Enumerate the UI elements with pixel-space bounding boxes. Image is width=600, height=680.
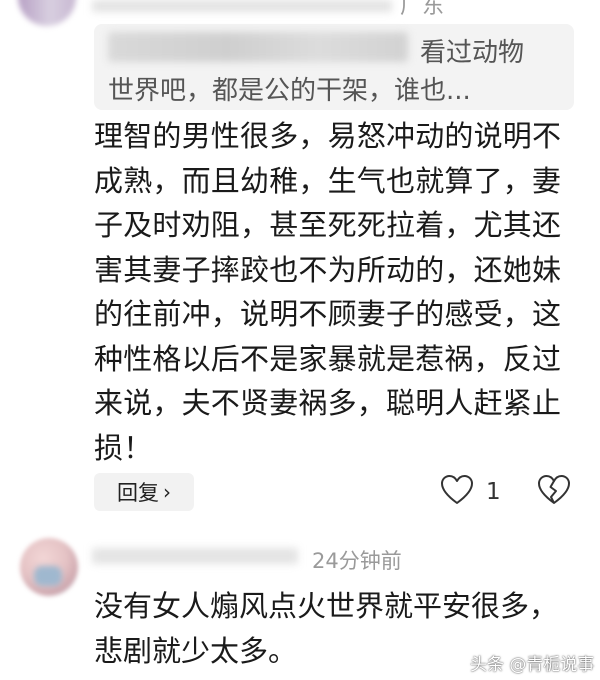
second-username-blurred xyxy=(92,548,298,564)
comment-line: 来说，夫不贤妻祸多，聪明人赶紧止 xyxy=(94,386,562,420)
reply-button[interactable]: 回复 › xyxy=(94,473,194,511)
quoted-reply-box[interactable]: 看过动物 世界吧，都是公的干架，谁也... xyxy=(94,24,574,110)
comment-body: 理智的男性很多，易怒冲动的说明不 成熟，而且幼稚，生气也就算了，妻 子及时劝阻，… xyxy=(94,114,584,470)
reply-label: 回复 xyxy=(117,481,159,505)
top-location: 广东 xyxy=(400,0,445,19)
like-group[interactable]: 1 xyxy=(440,474,501,510)
quoted-text-line2: 世界吧，都是公的干架，谁也... xyxy=(108,76,471,106)
like-heart-icon[interactable] xyxy=(440,474,474,510)
avatar-second-detail xyxy=(34,566,62,586)
comment-line: 子及时劝阻，甚至死死拉着，尤其还 xyxy=(94,208,562,242)
comment-line: 种性格以后不是家暴就是惹祸，反过 xyxy=(94,341,562,376)
quoted-text-line1: 看过动物 xyxy=(420,38,525,68)
comment-line: 损！ xyxy=(94,430,153,465)
top-username-blurred xyxy=(92,0,392,12)
second-timestamp: 24分钟前 xyxy=(312,549,402,573)
comment-line: 没有女人煽风点火世界就平安很多， xyxy=(94,589,559,623)
comment-line: 理智的男性很多，易怒冲动的说明不 xyxy=(94,119,562,153)
watermark: 头条 @青栀说事 xyxy=(470,655,595,675)
comment-line: 害其妻子摔跤也不为所动的，还她妹 xyxy=(94,252,562,287)
like-count: 1 xyxy=(486,479,501,505)
top-avatar[interactable] xyxy=(18,0,76,26)
comment-line: 的往前冲，说明不顾妻子的感受，这 xyxy=(94,297,562,331)
quoted-username-blurred xyxy=(108,32,408,62)
broken-heart-icon[interactable] xyxy=(537,474,571,510)
chevron-right-icon: › xyxy=(163,480,171,504)
comment-line: 成熟，而且幼稚，生气也就算了，妻 xyxy=(94,163,562,198)
